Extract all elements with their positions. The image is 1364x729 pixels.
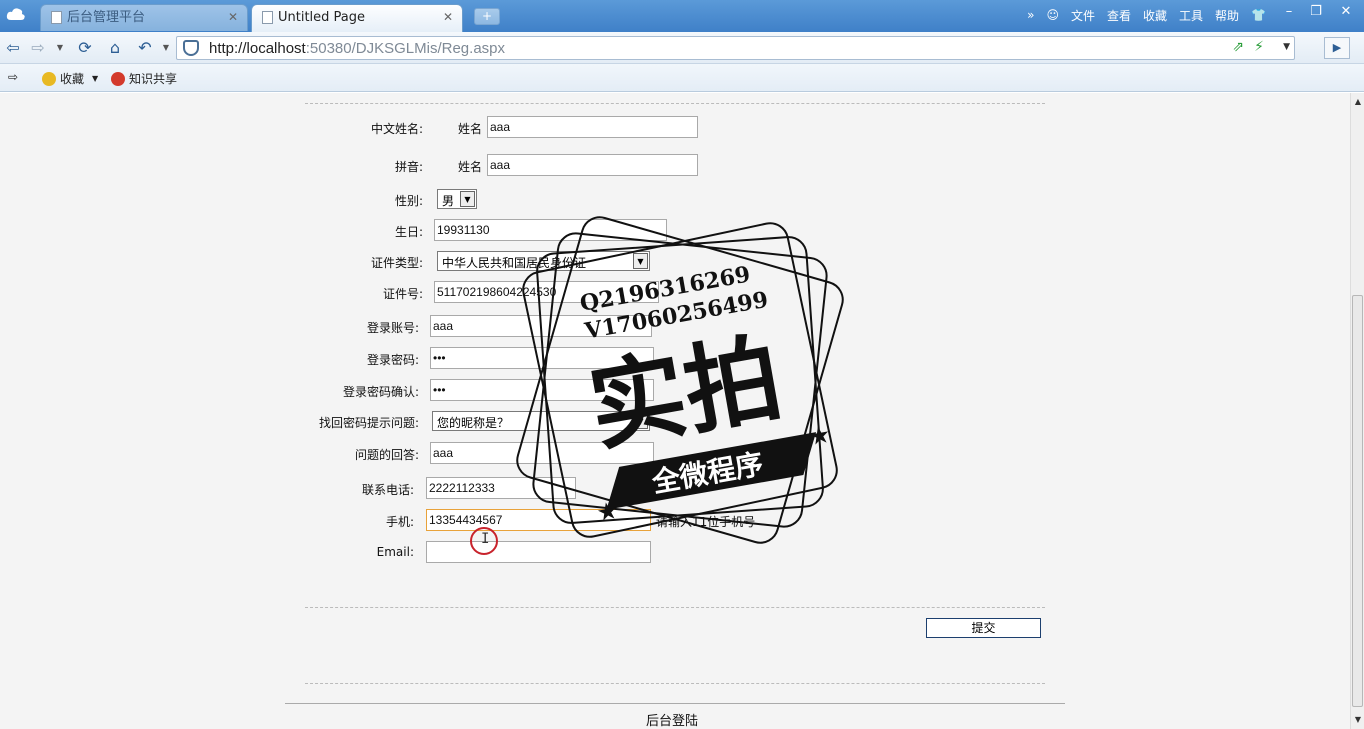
vertical-scrollbar[interactable]: ▲ ▼ <box>1350 93 1364 729</box>
phone-input[interactable]: 2222112333 <box>426 477 576 499</box>
divider <box>305 103 1045 104</box>
login-password-confirm-input[interactable]: ••• <box>430 379 654 401</box>
go-icon[interactable]: ▶ <box>1324 37 1350 59</box>
label-login-password-confirm: 登录密码确认: <box>342 385 419 399</box>
label-id-type: 证件类型: <box>370 256 423 270</box>
forward-icon[interactable]: ⇨ <box>28 38 48 58</box>
chevron-down-icon[interactable]: ▼ <box>633 253 648 269</box>
text-cursor-icon: I <box>481 531 490 547</box>
lightning-icon[interactable]: ⚡ <box>1254 39 1264 55</box>
page-viewport: 中文姓名: 姓名 aaa 拼音: 姓名 aaa 性别: 男 ▼ 生日: 1993… <box>0 93 1350 729</box>
menu-view[interactable]: 查看 <box>1107 7 1131 24</box>
tab-label: 后台管理平台 <box>67 10 146 25</box>
close-icon[interactable]: ✕ <box>443 5 453 30</box>
menu-favorites[interactable]: 收藏 <box>1143 7 1167 24</box>
scroll-down-icon[interactable]: ▼ <box>1353 715 1363 724</box>
label-birthday: 生日: <box>394 225 423 239</box>
label-login-password: 登录密码: <box>366 353 419 367</box>
shield-icon <box>183 40 199 56</box>
divider <box>305 683 1045 684</box>
label-chinese-name: 中文姓名: <box>370 122 423 136</box>
address-bar[interactable]: http://localhost:50380/DJKSGLMis/Reg.asp… <box>176 36 1295 60</box>
minimize-icon[interactable]: – <box>1276 2 1302 22</box>
login-account-input[interactable]: aaa <box>430 315 652 337</box>
pinyin-input[interactable]: aaa <box>487 154 698 176</box>
share-icon <box>111 71 125 86</box>
page-icon <box>51 11 62 24</box>
recovery-question-value: 您的昵称是？ <box>437 416 510 430</box>
footer-divider <box>285 703 1065 704</box>
mobile-input[interactable]: 13354434567 <box>426 509 651 531</box>
back-icon[interactable]: ⇦ <box>3 38 23 58</box>
close-window-icon[interactable]: ✕ <box>1333 2 1359 22</box>
divider <box>305 607 1045 608</box>
cloud-icon[interactable] <box>6 6 26 22</box>
sublabel-name: 姓名 <box>458 122 483 136</box>
new-tab-button[interactable]: + <box>474 8 500 25</box>
restore-icon[interactable]: ❐ <box>1303 2 1329 22</box>
gender-value: 男 <box>442 194 455 208</box>
page-icon <box>262 11 273 24</box>
menu-help[interactable]: 帮助 <box>1215 7 1239 24</box>
chevron-down-icon[interactable]: ▼ <box>1283 42 1290 52</box>
bookmark-label: 知识共享 <box>129 72 178 86</box>
email-input[interactable] <box>426 541 651 563</box>
close-icon[interactable]: ✕ <box>228 5 238 30</box>
login-password-input[interactable]: ••• <box>430 347 654 369</box>
chevron-down-icon[interactable]: ▼ <box>633 413 648 429</box>
refresh-icon[interactable]: ⟳ <box>75 38 95 58</box>
label-pinyin: 拼音: <box>394 160 423 174</box>
browser-tab-bar: 后台管理平台 ✕ Untitled Page ✕ + » ☺ 文件 查看 收藏 … <box>0 0 1364 32</box>
chevron-down-icon[interactable]: ▼ <box>460 191 475 207</box>
undo-icon[interactable]: ↶ <box>135 38 155 58</box>
shirt-icon[interactable]: 👕 <box>1251 8 1266 22</box>
scrollbar-thumb[interactable] <box>1352 295 1363 707</box>
menu-bar: » ☺ 文件 查看 收藏 工具 帮助 👕 <box>1015 5 1266 25</box>
chevron-down-icon[interactable]: ▼ <box>92 74 98 83</box>
bookmark-favorites[interactable]: 收藏 ▼ <box>42 70 98 87</box>
tab-untitled-page[interactable]: Untitled Page ✕ <box>251 4 463 32</box>
watermark-banner-text: 全微程序 <box>649 447 766 499</box>
navigation-bar: ⇦ ⇨ ▼ ⟳ ⌂ ↶ ▼ http://localhost:50380/DJK… <box>0 32 1364 64</box>
recovery-question-select[interactable]: 您的昵称是？ ▼ <box>432 411 650 431</box>
submit-button[interactable]: 提交 <box>926 618 1041 638</box>
chinese-name-input[interactable]: aaa <box>487 116 698 138</box>
id-type-select[interactable]: 中华人民共和国居民身份证 ▼ <box>437 251 650 271</box>
share-icon[interactable]: ⇗ <box>1232 39 1244 55</box>
bookmark-label: 收藏 <box>60 72 85 86</box>
star-add-icon <box>42 71 56 86</box>
label-mobile: 手机: <box>385 515 414 529</box>
menu-tools[interactable]: 工具 <box>1179 7 1203 24</box>
label-gender: 性别: <box>394 194 423 208</box>
admin-login-link[interactable]: 后台登陆 <box>646 710 698 729</box>
chevrons-icon[interactable]: » <box>1027 8 1034 22</box>
label-id-number: 证件号: <box>382 287 423 301</box>
mobile-hint: 请输入11位手机号 <box>656 515 756 529</box>
id-number-input[interactable]: 511702198604224530 <box>434 281 659 303</box>
label-answer: 问题的回答: <box>354 448 419 462</box>
star-icon: ★ <box>807 420 833 451</box>
bookmark-knowledge-share[interactable]: 知识共享 <box>111 70 177 87</box>
label-phone: 联系电话: <box>361 483 414 497</box>
label-email: Email: <box>376 545 414 559</box>
tab-admin-platform[interactable]: 后台管理平台 ✕ <box>40 4 248 31</box>
bookmark-toggle-icon[interactable]: ⇨ <box>8 70 18 84</box>
gender-select[interactable]: 男 ▼ <box>437 189 477 209</box>
label-recovery-question: 找回密码提示问题: <box>318 416 419 430</box>
home-icon[interactable]: ⌂ <box>105 38 125 58</box>
chevron-down-icon[interactable]: ▼ <box>50 38 70 58</box>
menu-file[interactable]: 文件 <box>1071 7 1095 24</box>
birthday-input[interactable]: 19931130 <box>434 219 667 241</box>
label-login-account: 登录账号: <box>366 321 419 335</box>
user-icon[interactable]: ☺ <box>1046 8 1059 22</box>
chevron-down-icon[interactable]: ▼ <box>156 38 176 58</box>
id-type-value: 中华人民共和国居民身份证 <box>442 256 587 270</box>
bookmarks-bar: ⇨ 收藏 ▼ 知识共享 <box>0 64 1364 92</box>
url-text: http://localhost:50380/DJKSGLMis/Reg.asp… <box>209 40 505 57</box>
sublabel-name: 姓名 <box>458 160 483 174</box>
tab-label: Untitled Page <box>278 10 366 25</box>
scroll-up-icon[interactable]: ▲ <box>1353 97 1363 106</box>
answer-input[interactable]: aaa <box>430 442 654 464</box>
